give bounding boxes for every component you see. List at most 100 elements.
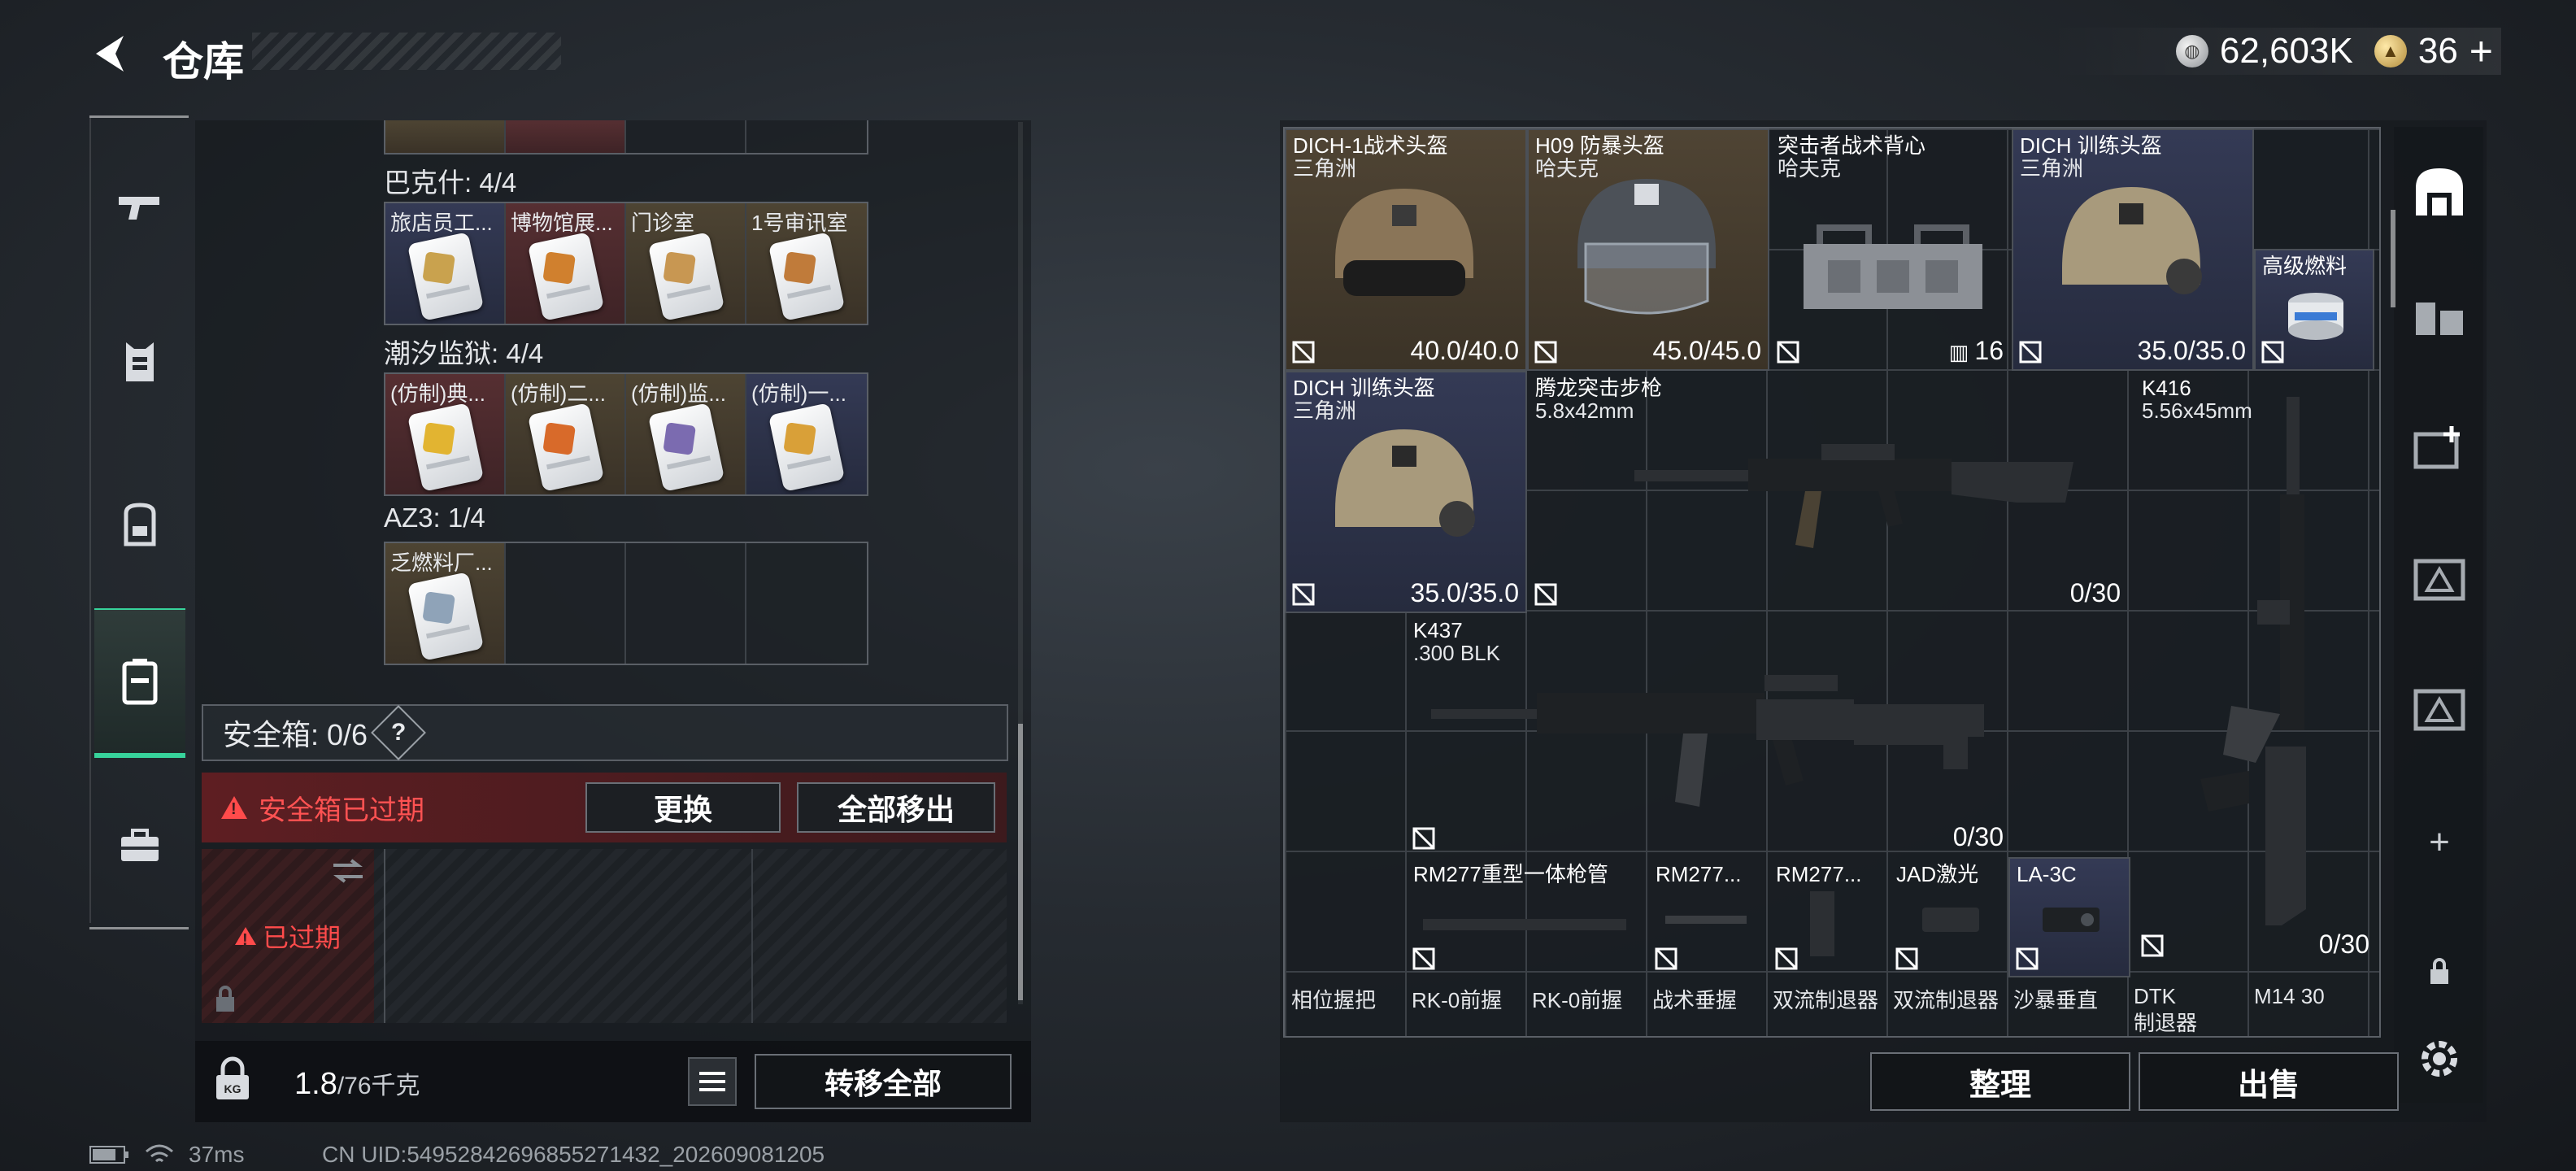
item-label[interactable]: 相位握把 [1291, 984, 1376, 1014]
keycard-item[interactable]: (仿制)二... [506, 374, 626, 494]
list-view-button[interactable] [688, 1057, 737, 1106]
keycard-icon [407, 572, 485, 661]
nav-stash-3[interactable] [2407, 416, 2472, 481]
barrel-item[interactable]: RM277重型一体枪管 [1405, 857, 1647, 977]
part-item[interactable]: JAD激光 [1888, 857, 2008, 977]
wifi-icon [146, 1144, 173, 1163]
scrollbar-thumb[interactable] [1018, 724, 1023, 1000]
handguard-icon [1810, 891, 1834, 956]
rifle-icon [1634, 444, 2073, 548]
keycard-item[interactable]: (仿制)监... [626, 374, 746, 494]
sell-button[interactable]: 出售 [2139, 1052, 2399, 1111]
item-label[interactable]: M14 30 [2254, 984, 2325, 1009]
slot-divider [384, 849, 385, 1023]
helmet-item[interactable]: DICH 训练头盔 三角洲 35.0/35.0 [2012, 128, 2254, 371]
keycard-item[interactable]: 门诊室 [626, 203, 746, 324]
safebox-icon [122, 659, 158, 705]
keycard-icon [527, 403, 605, 492]
keycard-item[interactable]: 旅店员工... [385, 203, 506, 324]
item-label[interactable]: DTK [2134, 984, 2176, 1009]
nav-stash-5[interactable] [2407, 677, 2472, 742]
stash-scrollbar[interactable] [2391, 210, 2395, 307]
settings-gear-icon[interactable] [2407, 1026, 2472, 1091]
barrel-icon [1423, 919, 1626, 930]
add-currency-button[interactable]: + [2469, 28, 2493, 75]
no-sell-icon [1292, 583, 1315, 606]
no-sell-icon [1534, 341, 1557, 363]
part-item[interactable]: RM277... [1647, 857, 1768, 977]
rifle-icon [2200, 397, 2306, 925]
item-label[interactable]: RK-0前握 [1532, 984, 1622, 1014]
nav-armor[interactable] [94, 309, 185, 415]
keycard-item[interactable]: 博物馆展... [506, 203, 626, 324]
nav-weapons[interactable] [94, 155, 185, 260]
part-item[interactable]: RM277... [1768, 857, 1888, 977]
nav-stash-main[interactable] [2407, 159, 2472, 224]
back-arrow-icon[interactable] [88, 31, 133, 76]
svg-text:KG: KG [224, 1082, 242, 1095]
backpack-icon [124, 503, 156, 546]
helmet-item[interactable]: H09 防暴头盔 哈夫克 45.0/45.0 [1527, 128, 1769, 371]
helmet-icon [1335, 189, 1473, 296]
rifle-item[interactable]: 腾龙突击步枪 5.8x42mm 0/30 [1527, 371, 2129, 613]
sort-button[interactable]: 整理 [1870, 1052, 2130, 1111]
container-grid: (仿制)典... (仿制)二... (仿制)监... (仿制)一... [384, 372, 868, 496]
fuel-item[interactable]: 高级燃料 [2254, 249, 2374, 371]
nav-safebox[interactable] [94, 608, 185, 758]
empty-slot[interactable] [506, 543, 626, 664]
keycard-item[interactable]: 乏燃料厂... [385, 543, 506, 664]
keycard-icon [768, 232, 846, 321]
nav-stash-2[interactable] [2407, 286, 2472, 351]
fuel-can-icon [2288, 293, 2343, 340]
help-icon[interactable]: ? [371, 705, 427, 760]
no-sell-icon [1777, 341, 1799, 363]
nav-backpack[interactable] [94, 472, 185, 577]
item-label[interactable]: 双流制退器 [1893, 984, 1999, 1014]
empty-slot[interactable] [746, 543, 867, 664]
add-stash-button[interactable]: + [2407, 810, 2472, 875]
item-label[interactable]: RK-0前握 [1412, 984, 1502, 1014]
item-label[interactable]: 战术垂握 [1652, 984, 1737, 1014]
lock-icon[interactable] [2407, 938, 2472, 1003]
replace-button[interactable]: 更换 [585, 782, 781, 833]
stash-grid[interactable]: DICH-1战术头盔 三角洲 40.0/40.0 H09 防暴头盔 哈夫克 45.0… [1283, 127, 2381, 1038]
keycard-item[interactable]: 1号审讯室 [746, 203, 867, 324]
gun-icon [119, 197, 159, 220]
vest-item[interactable]: 突击者战术背心 哈夫克 ▥ 16 [1769, 128, 2012, 371]
keycard-item[interactable]: (仿制)典... [385, 374, 506, 494]
weight-lock-icon: KG [216, 1056, 249, 1099]
part-item[interactable]: LA-3C [2008, 857, 2130, 977]
swap-icon[interactable] [330, 857, 366, 885]
item-label[interactable]: 双流制退器 [1773, 984, 1878, 1014]
armory-icon [2413, 689, 2465, 731]
uid-text: CN UID:5495284269685527143​2_20260908120… [322, 1142, 825, 1167]
stash-icon [2416, 168, 2463, 215]
warning-text: 安全箱已过期 [259, 794, 424, 826]
no-sell-icon [2019, 341, 2042, 363]
nav-briefcase[interactable] [94, 793, 185, 899]
helmet-item[interactable]: DICH 训练头盔 三角洲 35.0/35.0 [1285, 371, 1527, 613]
title-decoration [252, 33, 561, 70]
page-title: 仓库 [163, 39, 244, 85]
rifle-icon [1431, 675, 1984, 807]
rifle-item[interactable]: K416 5.56x45mm 0/30 [2134, 371, 2378, 964]
helmet-icon [1335, 429, 1475, 537]
vest-count-icon: ▥ [1948, 340, 1975, 364]
rifle-item[interactable]: K437.300 BLK 0/30 [1405, 613, 2012, 857]
shelf-icon [2416, 303, 2463, 335]
silver-amount: 62,603K [2219, 31, 2353, 71]
weight-value: 1.8/76千克 [294, 1067, 420, 1101]
item-label[interactable]: 沙暴垂直 [2013, 984, 2098, 1014]
laser-icon [1922, 908, 1979, 932]
move-all-out-button[interactable]: 全部移出 [797, 782, 995, 833]
nav-stash-4[interactable] [2407, 546, 2472, 612]
helmet-item[interactable]: DICH-1战术头盔 三角洲 40.0/40.0 [1285, 128, 1527, 371]
warning-icon [234, 927, 256, 950]
keycard-item[interactable]: (仿制)一... [746, 374, 867, 494]
safebox-header: 安全箱: 0/6 ? [202, 704, 1008, 761]
vest-icon [126, 342, 154, 381]
keycard-icon [527, 232, 605, 321]
empty-slot[interactable] [626, 543, 746, 664]
transfer-all-button[interactable]: 转移全部 [755, 1054, 1012, 1109]
plus-icon: + [2429, 822, 2450, 862]
